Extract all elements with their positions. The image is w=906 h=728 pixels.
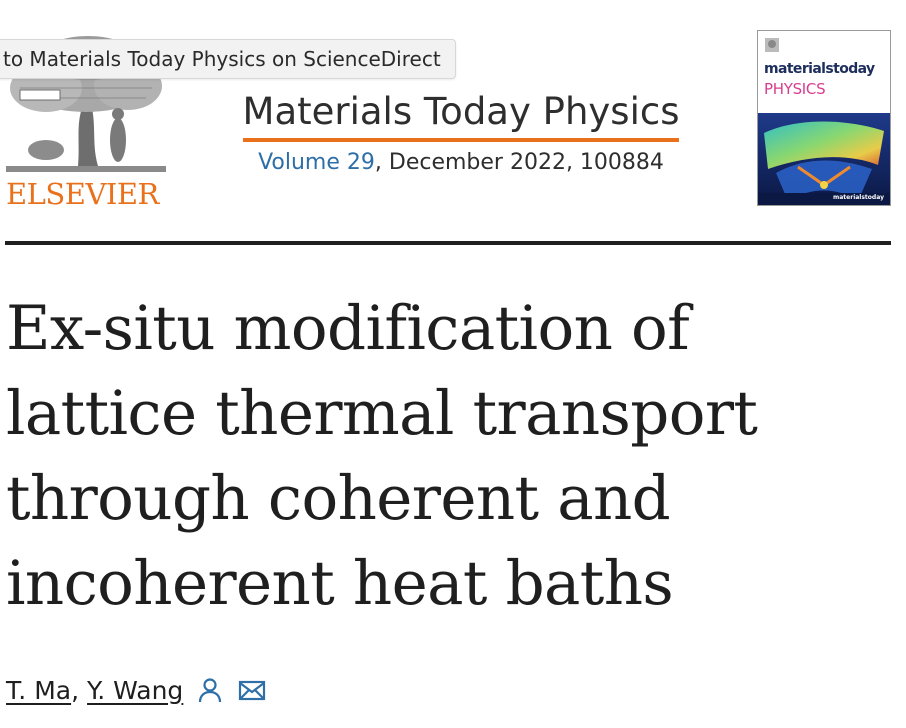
- author-list: T. Ma, Y. Wang: [6, 672, 267, 708]
- cover-header: materialstoday PHYSICS: [758, 31, 890, 113]
- cover-art-image: [758, 113, 890, 205]
- author-link[interactable]: T. Ma: [6, 676, 71, 705]
- journal-issue-info: Volume 29, December 2022, 100884: [222, 150, 700, 175]
- issue-details: , December 2022, 100884: [374, 150, 664, 175]
- journal-header: Materials Today Physics Volume 29, Decem…: [222, 88, 700, 175]
- publisher-name: ELSEVIER: [6, 177, 159, 211]
- person-icon[interactable]: [195, 675, 225, 705]
- cover-publisher-mini-logo: [765, 38, 779, 52]
- journal-cover-link[interactable]: materialstoday PHYSICS materialstoday: [757, 30, 891, 206]
- author-separator: ,: [71, 675, 80, 705]
- envelope-icon[interactable]: [237, 675, 267, 705]
- article-title: Ex-situ modification of lattice thermal …: [6, 293, 758, 619]
- author-link[interactable]: Y. Wang: [87, 676, 183, 705]
- header-divider: [5, 241, 891, 245]
- journal-title-link[interactable]: Materials Today Physics: [242, 88, 680, 142]
- cover-brand: materialstoday: [764, 61, 875, 77]
- volume-link[interactable]: Volume 29: [258, 150, 375, 175]
- cover-footer-brand: materialstoday: [833, 194, 884, 201]
- link-tooltip: to Materials Today Physics on ScienceDir…: [0, 39, 456, 79]
- cover-subject: PHYSICS: [764, 80, 826, 98]
